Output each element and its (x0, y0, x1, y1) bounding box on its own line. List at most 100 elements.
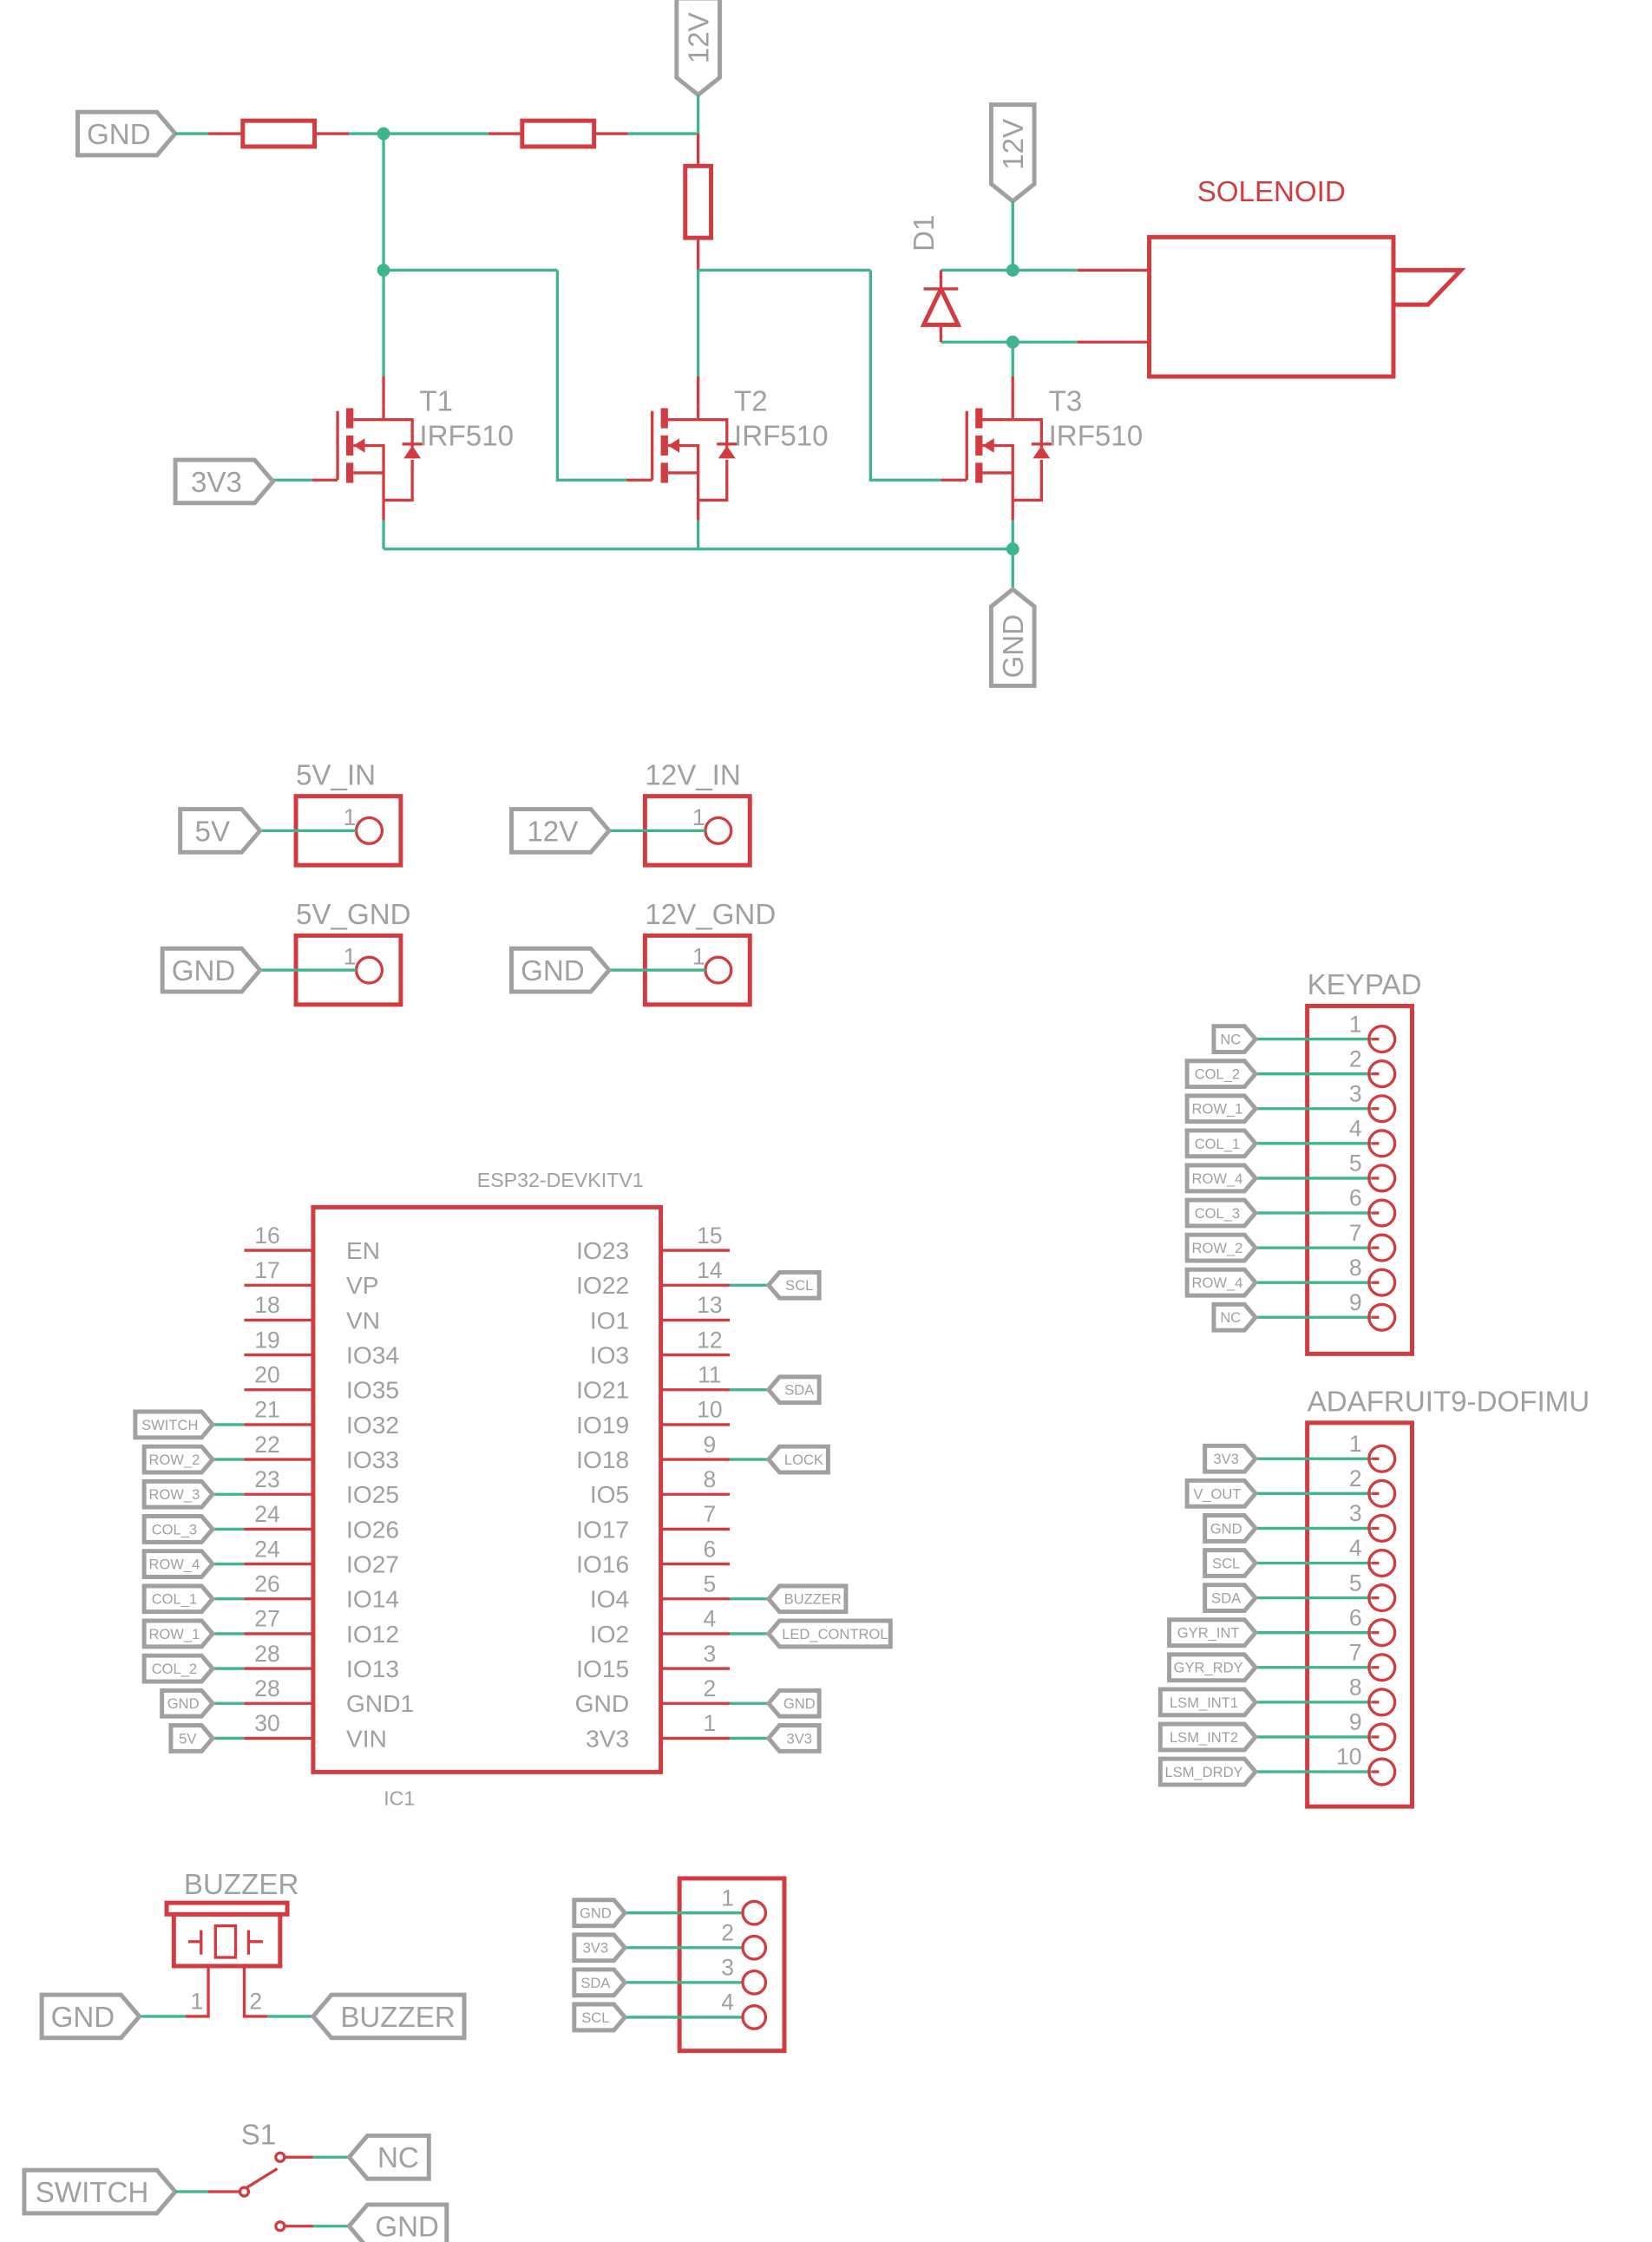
net-label-text: ROW_1 (1192, 1101, 1243, 1118)
net-label: ROW_2 (141, 1444, 216, 1475)
net-label-text: 3V3 (583, 1940, 608, 1957)
esp32-title: ESP32-DEVKITV1 (477, 1169, 644, 1191)
net-label: SWITCH (22, 2167, 179, 2216)
pin-number: 2 (249, 1989, 262, 2015)
net-label-text: GND (1210, 1520, 1242, 1537)
net-label-text: 3V3 (1213, 1451, 1238, 1467)
net-label: SDA (572, 1967, 628, 1998)
net-label-text: 12V (527, 816, 578, 848)
net-label: ROW_4 (1184, 1267, 1259, 1298)
pin-number: 2 (1349, 1046, 1362, 1072)
net-label-text: SDA (784, 1382, 814, 1399)
pin-name: IO18 (576, 1446, 629, 1473)
net-label: SDA (1203, 1583, 1259, 1613)
pin-number: 9 (1349, 1709, 1362, 1735)
net-label: 5V (168, 1723, 216, 1754)
pin-name: IO14 (346, 1586, 399, 1613)
net-label-text: 12V (684, 12, 716, 63)
pin-number: 19 (254, 1327, 279, 1353)
resistor-body (683, 163, 714, 240)
pin-number: 1 (721, 1885, 734, 1911)
channel-segment (975, 462, 983, 483)
net-label: GND (160, 946, 263, 994)
net-label-text: COL_2 (152, 1661, 197, 1677)
net-label-text: ROW_4 (1192, 1275, 1243, 1291)
net-label: GND (160, 1688, 216, 1719)
net-label: SWITCH (133, 1409, 216, 1440)
net-label: ROW_4 (1184, 1163, 1259, 1194)
channel-segment (346, 408, 354, 429)
pin-name: IO21 (576, 1377, 629, 1404)
power-connector-5v-gnd: 5V_GND 1 GND (160, 899, 411, 1007)
transistor-value: IRF510 (419, 420, 514, 452)
net-label: GND (509, 946, 613, 994)
pin-name: IO34 (346, 1342, 399, 1369)
net-label: 3V3 (765, 1723, 822, 1754)
pin-name: IO32 (346, 1412, 399, 1439)
switch-contact (238, 2186, 251, 2198)
net-label: NC (346, 2133, 431, 2181)
net-label: NC (1211, 1024, 1259, 1054)
switch-ref: S1 (241, 2119, 276, 2151)
net-label-text: GND (87, 119, 151, 151)
net-label: V_OUT (1184, 1478, 1259, 1509)
net-label-text: LSM_INT1 (1170, 1695, 1238, 1711)
pin-number: 8 (704, 1466, 717, 1492)
diode-icon (920, 284, 962, 327)
net-label: ROW_2 (1184, 1232, 1259, 1263)
net-label: BUZZER (765, 1583, 849, 1615)
switch-lever (246, 2167, 279, 2189)
net-label-text: ROW_2 (1192, 1240, 1243, 1256)
keypad-connector: KEYPAD 1 NC 2 COL_2 3 ROW_1 4 COL_1 5 ROW_4 6 COL_3 7… (1184, 969, 1422, 1356)
pin-name: IO17 (576, 1516, 629, 1543)
pin-name: IO12 (346, 1621, 399, 1648)
transistor-ref: T3 (1049, 386, 1083, 418)
pin-pad (354, 816, 384, 845)
resistor (208, 118, 350, 149)
pin-number: 3 (1349, 1500, 1362, 1526)
body-diode-icon (1032, 445, 1051, 459)
pin-number: 2 (704, 1675, 717, 1701)
pin-number: 2 (721, 1919, 734, 1945)
mosfet-3: T3IRF510 (870, 376, 1143, 521)
net-label-text: SWITCH (141, 1417, 198, 1433)
channel-segment (660, 435, 668, 456)
net-label: GND (1203, 1513, 1259, 1544)
net-label: LOCK (765, 1444, 830, 1475)
header-title: KEYPAD (1308, 969, 1422, 1001)
net-label-text: ROW_3 (148, 1486, 200, 1503)
net-label-text: NC (377, 2142, 419, 2174)
net-label: GND (765, 1688, 822, 1719)
pin-number: 4 (721, 1990, 734, 2016)
net-label: 3V3 (1203, 1443, 1259, 1474)
body-diode-lead (1013, 460, 1044, 502)
pin-number: 7 (1349, 1220, 1362, 1246)
solenoid-driver: GND12VT1IRF510T2IRF510T3IRF5103V3GND12VD… (75, 0, 1466, 688)
pin-number: 1 (692, 804, 705, 830)
pin-number: 1 (344, 943, 357, 969)
net-label: 12V (509, 807, 613, 855)
pin-number: 22 (254, 1432, 279, 1458)
pin-number: 18 (254, 1292, 279, 1318)
pin-name: VIN (346, 1725, 387, 1752)
net-label: SCL (572, 2002, 628, 2033)
net-label: LSM_DRDY (1157, 1756, 1259, 1787)
pin-number: 9 (704, 1432, 717, 1458)
transistor-ref: T1 (419, 386, 453, 418)
arrow-icon (353, 438, 365, 453)
net-label-text: 12V (998, 119, 1030, 170)
pin-name: IO33 (346, 1446, 399, 1473)
pin-number: 28 (254, 1675, 279, 1701)
pin-number: 1 (1349, 1011, 1362, 1037)
pin-number: 7 (1349, 1639, 1362, 1665)
pin-number: 1 (692, 943, 705, 969)
buzzer-crystal (213, 1924, 238, 1959)
pin-name: IO26 (346, 1516, 399, 1543)
header-title: ADAFRUIT9-DOFIMU (1308, 1386, 1590, 1419)
net-label: GND (572, 1898, 628, 1929)
net-label: LSM_INT1 (1157, 1687, 1259, 1718)
net-label: 12V (988, 102, 1037, 205)
net-label: BUZZER (310, 1992, 467, 2041)
net-label-text: COL_2 (1195, 1066, 1240, 1083)
net-label-text: BUZZER (340, 2002, 455, 2034)
